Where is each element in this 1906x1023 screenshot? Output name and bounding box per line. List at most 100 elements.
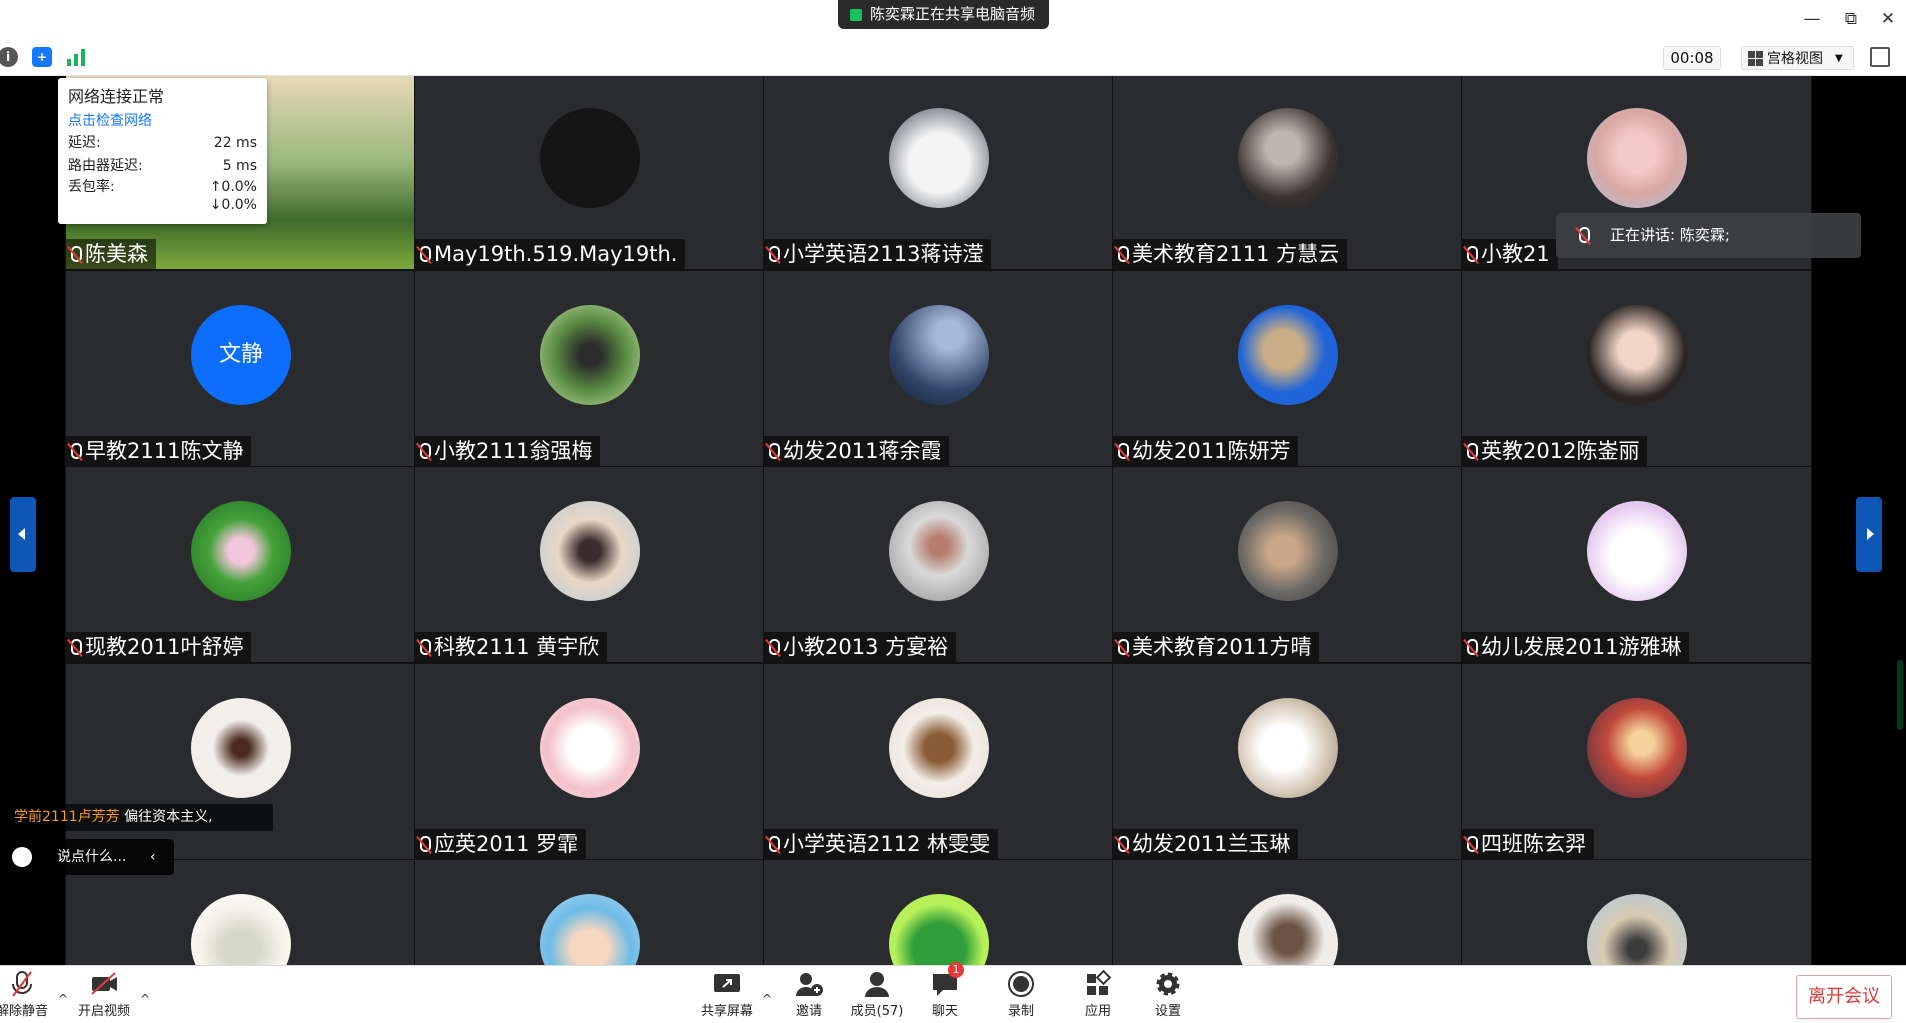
participant-name: 小教2111翁强梅 bbox=[415, 436, 601, 466]
participant-tile[interactable]: 幼发2011蒋余霞 bbox=[763, 270, 1114, 467]
participant-tile[interactable] bbox=[1112, 859, 1463, 965]
info-icon[interactable]: i bbox=[0, 47, 18, 67]
muted-mic-icon bbox=[766, 442, 780, 461]
participant-tile[interactable]: 幼发2011兰玉琳 bbox=[1112, 663, 1463, 860]
grid-view-button[interactable]: 宫格视图 ▼ bbox=[1741, 46, 1854, 70]
chat-input[interactable]: 说点什么... ‹ bbox=[0, 839, 174, 875]
audio-options-caret[interactable]: ^ bbox=[58, 992, 68, 1006]
collapse-chat-icon[interactable]: ‹ bbox=[150, 839, 156, 875]
fullscreen-icon[interactable] bbox=[1870, 47, 1890, 67]
invite-button[interactable]: 邀请 bbox=[777, 970, 841, 1019]
network-status-title: 网络连接正常 bbox=[68, 87, 165, 106]
leave-meeting-button[interactable]: 离开会议 bbox=[1796, 975, 1892, 1019]
participant-name-text: 四班陈玄羿 bbox=[1481, 832, 1586, 856]
avatar bbox=[889, 894, 989, 965]
security-shield-icon[interactable]: + bbox=[32, 47, 52, 67]
prev-page-button[interactable] bbox=[10, 497, 36, 572]
members-button[interactable]: 成员(57) bbox=[845, 970, 909, 1019]
participant-tile[interactable]: 幼发2011陈妍芳 bbox=[1112, 270, 1463, 467]
close-button[interactable]: ✕ bbox=[1877, 8, 1899, 30]
participant-name-text: 小学英语2113蒋诗滢 bbox=[783, 242, 984, 266]
avatar bbox=[540, 698, 640, 798]
share-screen-label: 共享屏幕 bbox=[700, 1004, 753, 1019]
muted-mic-icon bbox=[1115, 835, 1129, 854]
start-video-button[interactable]: 开启视频 bbox=[72, 970, 136, 1019]
participant-name: 美术教育2111 方慧云 bbox=[1113, 239, 1348, 269]
start-video-label: 开启视频 bbox=[77, 1004, 130, 1019]
participant-tile[interactable]: 文静 早教2111陈文静 bbox=[65, 270, 416, 467]
participant-name: 应英2011 罗霏 bbox=[415, 829, 587, 859]
grid-icon bbox=[1748, 50, 1763, 66]
participant-tile[interactable]: 幼儿发展2011游雅琳 bbox=[1461, 466, 1812, 663]
chat-button[interactable]: 1 聊天 bbox=[913, 962, 977, 1019]
bottom-toolbar: 解除静音 ^ 开启视频 ^ 共享屏幕 ^ 邀请 成员(57) 1 聊天 录制 应… bbox=[0, 962, 1906, 1023]
record-button[interactable]: 录制 bbox=[989, 970, 1053, 1019]
avatar bbox=[540, 305, 640, 405]
avatar bbox=[540, 108, 640, 208]
muted-mic-icon bbox=[417, 245, 431, 264]
participant-name-text: 美术教育2111 方慧云 bbox=[1132, 242, 1340, 266]
avatar bbox=[1587, 305, 1687, 405]
muted-mic-icon bbox=[1115, 638, 1129, 657]
participant-tile[interactable]: 美术教育2111 方慧云 bbox=[1112, 76, 1463, 270]
participant-tile[interactable]: 小教2111翁强梅 bbox=[414, 270, 765, 467]
participant-name-text: 幼发2011兰玉琳 bbox=[1132, 832, 1291, 856]
restore-button[interactable]: ⧉ bbox=[1840, 8, 1862, 30]
participant-name: 四班陈玄羿 bbox=[1462, 829, 1594, 859]
router-latency-value: 5 ms bbox=[222, 158, 257, 174]
chat-icon: 1 bbox=[930, 962, 964, 998]
participant-name-text: 幼发2011蒋余霞 bbox=[783, 439, 942, 463]
muted-mic-icon bbox=[766, 835, 780, 854]
minimize-button[interactable]: — bbox=[1801, 8, 1823, 30]
participant-name-text: 科教2111 黄宇欣 bbox=[434, 635, 600, 659]
participant-tile[interactable] bbox=[414, 859, 765, 965]
chevron-down-icon: ▼ bbox=[1835, 52, 1843, 64]
participant-name: 小学英语2113蒋诗滢 bbox=[764, 239, 992, 269]
participant-tile[interactable] bbox=[763, 859, 1114, 965]
members-icon bbox=[862, 970, 892, 998]
participant-tile[interactable]: 美术教育2011方晴 bbox=[1112, 466, 1463, 663]
scrollbar[interactable] bbox=[1897, 660, 1903, 730]
participant-tile[interactable]: 四班陈玄羿 bbox=[1461, 663, 1812, 860]
avatar bbox=[889, 305, 989, 405]
apps-button[interactable]: 应用 bbox=[1066, 969, 1130, 1019]
chat-message: 学前2111卢芳芳 偏往资本主义, bbox=[0, 804, 273, 831]
check-network-link[interactable]: 点击检查网络 bbox=[68, 110, 257, 132]
avatar bbox=[191, 698, 291, 798]
avatar bbox=[191, 894, 291, 965]
participant-name: 现教2011叶舒婷 bbox=[66, 632, 252, 662]
members-label: 成员(57) bbox=[850, 1004, 904, 1019]
share-banner-text: 陈奕霖正在共享电脑音频 bbox=[870, 5, 1036, 23]
participant-tile[interactable]: 小学英语2113蒋诗滢 bbox=[763, 76, 1114, 270]
avatar bbox=[540, 501, 640, 601]
unmute-button[interactable]: 解除静音 bbox=[0, 970, 54, 1019]
share-audio-icon bbox=[850, 8, 862, 21]
participant-name-text: 现教2011叶舒婷 bbox=[85, 635, 244, 659]
emoji-icon[interactable] bbox=[12, 847, 32, 867]
participant-tile[interactable]: 小教2013 方宴裕 bbox=[763, 466, 1114, 663]
signal-icon[interactable] bbox=[66, 47, 86, 67]
muted-mic-icon bbox=[68, 245, 82, 264]
chat-input-placeholder: 说点什么... bbox=[57, 849, 127, 865]
latency-label: 延迟: bbox=[68, 135, 101, 151]
avatar bbox=[889, 108, 989, 208]
settings-button[interactable]: 设置 bbox=[1136, 970, 1200, 1019]
participant-tile[interactable] bbox=[1461, 859, 1812, 965]
participant-tile[interactable]: 英教2012陈崟丽 bbox=[1461, 270, 1812, 467]
muted-mic-icon bbox=[417, 835, 431, 854]
video-options-caret[interactable]: ^ bbox=[140, 992, 150, 1006]
next-page-button[interactable] bbox=[1856, 497, 1882, 572]
record-label: 录制 bbox=[1007, 1004, 1034, 1019]
participant-tile[interactable]: 科教2111 黄宇欣 bbox=[414, 466, 765, 663]
chat-label: 聊天 bbox=[931, 1004, 958, 1019]
participant-tile[interactable]: 小学英语2112 林雯雯 bbox=[763, 663, 1114, 860]
participant-name: 幼儿发展2011游雅琳 bbox=[1462, 632, 1690, 662]
participant-name: 小教2013 方宴裕 bbox=[764, 632, 957, 662]
participant-tile[interactable]: 应英2011 罗霏 bbox=[414, 663, 765, 860]
share-options-caret[interactable]: ^ bbox=[762, 992, 772, 1006]
share-screen-button[interactable]: 共享屏幕 bbox=[695, 970, 759, 1019]
participant-tile[interactable]: 现教2011叶舒婷 bbox=[65, 466, 416, 663]
apps-icon bbox=[1083, 969, 1113, 998]
chat-sender: 学前2111卢芳芳 bbox=[14, 809, 120, 825]
participant-tile[interactable]: May19th.519.May19th. bbox=[414, 76, 765, 270]
